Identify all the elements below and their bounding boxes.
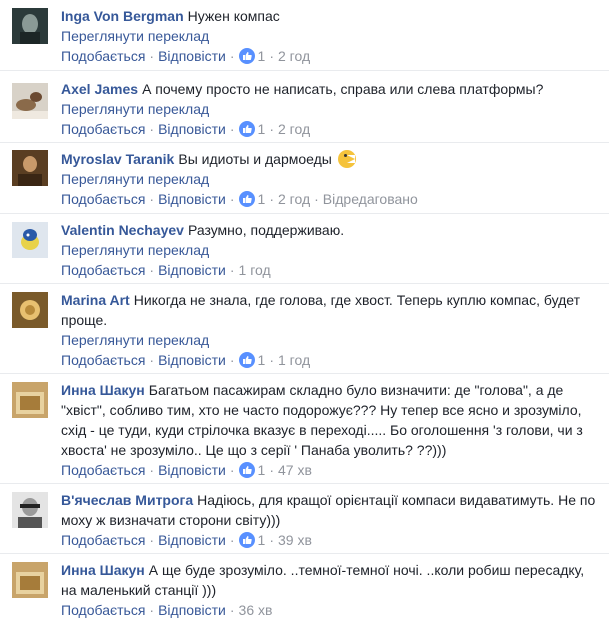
reaction-count[interactable]: 1	[238, 530, 265, 550]
reply-button[interactable]: Відповісти	[158, 260, 226, 280]
comment-text: А почему просто не написать, справа или …	[142, 81, 544, 97]
comment-author[interactable]: Myroslav Taranik	[61, 151, 174, 167]
see-translation-link[interactable]: Переглянути переклад	[61, 99, 601, 119]
separator-dot: ·	[229, 352, 235, 368]
reply-button[interactable]: Відповісти	[158, 189, 226, 209]
comment-timestamp[interactable]: 1 год	[239, 260, 271, 280]
thumbs-up-icon	[238, 191, 255, 207]
comment-timestamp[interactable]: 47 хв	[278, 460, 312, 480]
separator-dot: ·	[149, 462, 155, 478]
separator-dot: ·	[269, 121, 274, 137]
comment-timestamp[interactable]: 1 год	[278, 350, 310, 370]
comment-text: Никогда не знала, где голова, где хвост.…	[61, 292, 581, 328]
avatar[interactable]	[12, 382, 48, 418]
see-translation-link[interactable]: Переглянути переклад	[61, 240, 601, 260]
comment-item: Marina Art Никогда не знала, где голова, …	[0, 283, 609, 374]
reply-button[interactable]: Відповісти	[158, 350, 226, 370]
comment-author[interactable]: Inga Von Bergman	[61, 8, 184, 24]
see-translation-link[interactable]: Переглянути переклад	[61, 169, 601, 189]
reaction-count[interactable]: 1	[238, 189, 265, 209]
reply-button[interactable]: Відповісти	[158, 600, 226, 620]
comment-item: Axel James А почему просто не написать, с…	[0, 70, 609, 143]
separator-dot: ·	[229, 191, 235, 207]
comment-item: В'ячеслав Митрога Надіюсь, для кращої орі…	[0, 483, 609, 554]
pacman-emoji	[337, 150, 356, 168]
separator-dot: ·	[229, 121, 235, 137]
comment-timestamp[interactable]: 36 хв	[239, 600, 273, 620]
avatar[interactable]	[12, 150, 48, 186]
comment-item: Inga Von Bergman Нужен компас Переглянути…	[0, 0, 609, 70]
reply-button[interactable]: Відповісти	[158, 460, 226, 480]
thumbs-up-icon	[238, 462, 255, 478]
comment-text: Вы идиоты и дармоеды	[178, 151, 332, 167]
thumbs-up-icon	[238, 352, 255, 368]
avatar[interactable]	[12, 492, 48, 528]
separator-dot: ·	[229, 602, 235, 618]
comment-author[interactable]: Marina Art	[61, 292, 130, 308]
see-translation-link[interactable]: Переглянути переклад	[61, 26, 601, 46]
separator-dot: ·	[149, 352, 155, 368]
separator-dot: ·	[229, 262, 235, 278]
reaction-count[interactable]: 1	[238, 119, 265, 139]
avatar[interactable]	[12, 562, 48, 598]
thumbs-up-icon	[238, 121, 255, 137]
comment-timestamp[interactable]: 39 хв	[278, 530, 312, 550]
comment-text: Нужен компас	[187, 8, 280, 24]
separator-dot: ·	[269, 532, 274, 548]
separator-dot: ·	[229, 462, 235, 478]
reaction-count[interactable]: 1	[238, 46, 265, 66]
separator-dot: ·	[149, 602, 155, 618]
like-button[interactable]: Подобається	[61, 260, 145, 280]
comment-author[interactable]: Инна Шакун	[61, 562, 145, 578]
like-button[interactable]: Подобається	[61, 46, 145, 66]
comment-author[interactable]: Axel James	[61, 81, 138, 97]
like-button[interactable]: Подобається	[61, 530, 145, 550]
reply-button[interactable]: Відповісти	[158, 530, 226, 550]
like-button[interactable]: Подобається	[61, 600, 145, 620]
reply-button[interactable]: Відповісти	[158, 46, 226, 66]
comment-item: Valentin Nechayev Разумно, поддерживаю. П…	[0, 213, 609, 284]
separator-dot: ·	[149, 121, 155, 137]
reply-button[interactable]: Відповісти	[158, 119, 226, 139]
reaction-count[interactable]: 1	[238, 350, 265, 370]
separator-dot: ·	[229, 48, 235, 64]
separator-dot: ·	[149, 262, 155, 278]
separator-dot: ·	[269, 48, 274, 64]
comment-author[interactable]: В'ячеслав Митрога	[61, 492, 193, 508]
see-translation-link[interactable]: Переглянути переклад	[61, 330, 601, 350]
comment-timestamp[interactable]: 2 год	[278, 46, 310, 66]
thumbs-up-icon	[238, 48, 255, 64]
comment-timestamp[interactable]: 2 год	[278, 189, 310, 209]
like-button[interactable]: Подобається	[61, 350, 145, 370]
separator-dot: ·	[269, 462, 274, 478]
avatar[interactable]	[12, 222, 48, 258]
separator-dot: ·	[314, 191, 319, 207]
edited-label[interactable]: Відредаговано	[323, 189, 418, 209]
like-button[interactable]: Подобається	[61, 119, 145, 139]
avatar[interactable]	[12, 83, 48, 119]
comment-item: Инна Шакун Багатьом пасажирам складно бул…	[0, 373, 609, 484]
like-button[interactable]: Подобається	[61, 460, 145, 480]
separator-dot: ·	[269, 191, 274, 207]
separator-dot: ·	[269, 352, 274, 368]
reaction-count[interactable]: 1	[238, 460, 265, 480]
comment-item: Myroslav Taranik Вы идиоты и дармоеды Пер…	[0, 142, 609, 214]
separator-dot: ·	[149, 48, 155, 64]
like-button[interactable]: Подобається	[61, 189, 145, 209]
separator-dot: ·	[149, 191, 155, 207]
comment-author[interactable]: Инна Шакун	[61, 382, 145, 398]
comment-item: Инна Шакун А ще буде зрозуміло. ..темної-…	[0, 553, 609, 627]
comment-timestamp[interactable]: 2 год	[278, 119, 310, 139]
separator-dot: ·	[149, 532, 155, 548]
comment-text: Разумно, поддерживаю.	[187, 222, 345, 238]
avatar[interactable]	[12, 292, 48, 328]
separator-dot: ·	[229, 532, 235, 548]
thumbs-up-icon	[238, 532, 255, 548]
avatar[interactable]	[12, 8, 48, 44]
comment-author[interactable]: Valentin Nechayev	[61, 222, 184, 238]
